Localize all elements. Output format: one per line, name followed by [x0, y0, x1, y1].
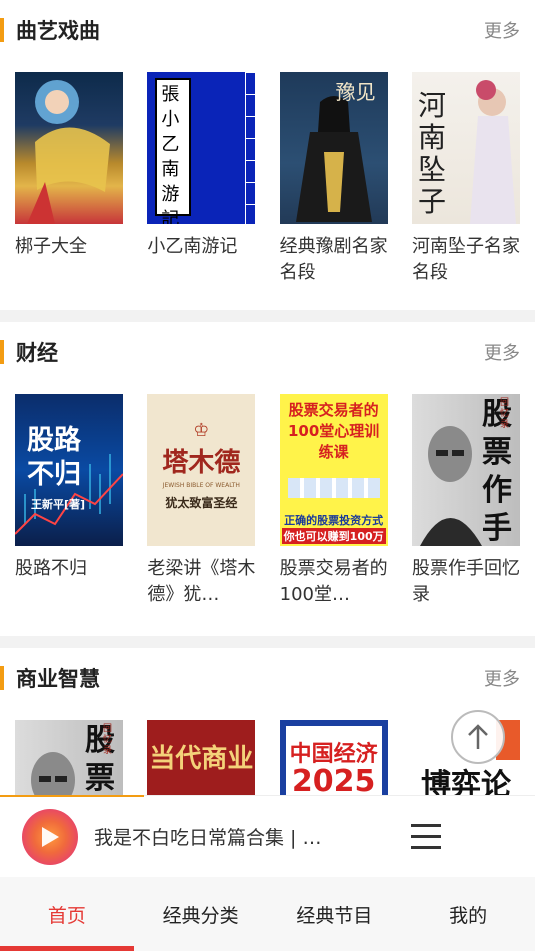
section-divider: [0, 636, 535, 648]
album-cover[interactable]: 股票交易者的100堂心理训练课 正确的股票投资方式 你也可以赚到100万: [279, 394, 388, 546]
album-title: 梆子大全: [15, 236, 87, 257]
section-opera: 曲艺戏曲 更多 梆子大全 張小乙南游記 小乙南游记 豫见 经典豫剧名家名段 河南…: [0, 0, 535, 310]
section-finance: 财经 更多 股路不归 王新平[著] 股路不归 ♔ 塔木德 JEWISH BIBL…: [0, 322, 535, 636]
cover-decoration: [287, 478, 380, 498]
section-header: 曲艺戏曲 更多: [15, 0, 520, 60]
album-cover[interactable]: 股票作手 回忆录: [411, 394, 520, 546]
album-title: 经典豫剧名家名段: [279, 236, 388, 283]
section-title: 曲艺戏曲: [15, 15, 100, 45]
section-header: 财经 更多: [15, 322, 520, 382]
player-progress-bar: [0, 795, 145, 797]
album-card[interactable]: 股票作手 回忆录 股票作手回忆录: [411, 394, 520, 608]
back-to-top-button[interactable]: [451, 710, 505, 764]
album-cover[interactable]: ♔ 塔木德 JEWISH BIBLE OF WEALTH 犹太致富圣经: [147, 394, 256, 546]
player-track-title[interactable]: 我是不白吃日常篇合集 | …: [94, 823, 354, 850]
playlist-icon[interactable]: [411, 824, 441, 850]
player-album-art[interactable]: [22, 808, 78, 865]
more-link[interactable]: 更多: [484, 665, 520, 691]
section-divider: [0, 310, 535, 322]
cover-text: 河南坠子: [417, 89, 446, 218]
album-card[interactable]: 股路不归 王新平[著] 股路不归: [15, 394, 123, 608]
more-link[interactable]: 更多: [484, 339, 520, 365]
album-title: 小乙南游记: [147, 236, 238, 257]
cover-text: 当代商业: [149, 744, 254, 774]
album-title: 股票交易者的100堂…: [279, 558, 388, 605]
tab-classic-categories[interactable]: 经典分类: [134, 877, 268, 951]
section-title: 财经: [15, 337, 58, 367]
cover-text: 股路不归: [27, 425, 81, 490]
cover-text: 張小乙南游記: [161, 84, 180, 224]
more-link[interactable]: 更多: [484, 17, 520, 43]
cover-text: 股票交易者的100堂心理训练课: [288, 401, 380, 461]
bottom-tab-bar: 首页 经典分类 经典节目 我的: [0, 877, 535, 951]
album-card[interactable]: ♔ 塔木德 JEWISH BIBLE OF WEALTH 犹太致富圣经 老梁讲《…: [147, 394, 256, 608]
album-grid: 股路不归 王新平[著] 股路不归 ♔ 塔木德 JEWISH BIBLE OF W…: [15, 382, 520, 608]
crown-icon: ♔: [193, 420, 210, 441]
section-title: 商业智慧: [15, 663, 100, 693]
app-page: 曲艺戏曲 更多 梆子大全 張小乙南游記 小乙南游记 豫见 经典豫剧名家名段 河南…: [0, 0, 535, 951]
arrow-up-icon: [468, 724, 488, 749]
album-title: 股票作手回忆录: [411, 558, 520, 605]
tab-mine[interactable]: 我的: [401, 877, 535, 951]
cover-text: 塔木德: [162, 448, 241, 478]
tab-home[interactable]: 首页: [0, 877, 134, 951]
cover-side-text: 回忆录: [103, 724, 113, 756]
album-card[interactable]: 河南坠子 河南坠子名家名段: [411, 72, 520, 286]
album-title: 股路不归: [15, 558, 87, 579]
cover-text: 豫见: [335, 80, 376, 104]
tab-classic-programs[interactable]: 经典节目: [268, 877, 402, 951]
album-card[interactable]: 梆子大全: [15, 72, 123, 286]
album-card[interactable]: 張小乙南游記 小乙南游记: [147, 72, 256, 286]
cover-subtitle: 正确的股票投资方式: [284, 514, 384, 527]
cover-binding: [245, 72, 256, 224]
cover-author: 王新平[著]: [31, 498, 86, 511]
album-cover[interactable]: 河南坠子: [411, 72, 520, 224]
play-icon: [42, 826, 59, 847]
album-card[interactable]: 股票交易者的100堂心理训练课 正确的股票投资方式 你也可以赚到100万 股票交…: [279, 394, 388, 608]
album-grid: 梆子大全 張小乙南游記 小乙南游记 豫见 经典豫剧名家名段 河南坠子 河南坠子名…: [15, 60, 520, 286]
mini-player[interactable]: 我是不白吃日常篇合集 | …: [0, 795, 535, 877]
cover-en: JEWISH BIBLE OF WEALTH: [162, 482, 240, 489]
cover-year: 2025: [291, 764, 376, 799]
section-header: 商业智慧 更多: [15, 648, 520, 708]
cover-subtitle: 你也可以赚到100万: [281, 528, 386, 544]
album-title: 老梁讲《塔木德》犹…: [147, 558, 256, 605]
album-card[interactable]: 豫见 经典豫剧名家名段: [279, 72, 388, 286]
cover-side-text: 回忆录: [499, 398, 509, 430]
album-title: 河南坠子名家名段: [411, 236, 520, 283]
album-cover[interactable]: [15, 72, 123, 224]
album-cover[interactable]: 豫见: [279, 72, 388, 224]
album-cover[interactable]: 股路不归 王新平[著]: [15, 394, 123, 546]
cover-subtitle: 犹太致富圣经: [165, 496, 238, 510]
album-cover[interactable]: 張小乙南游記: [147, 72, 256, 224]
